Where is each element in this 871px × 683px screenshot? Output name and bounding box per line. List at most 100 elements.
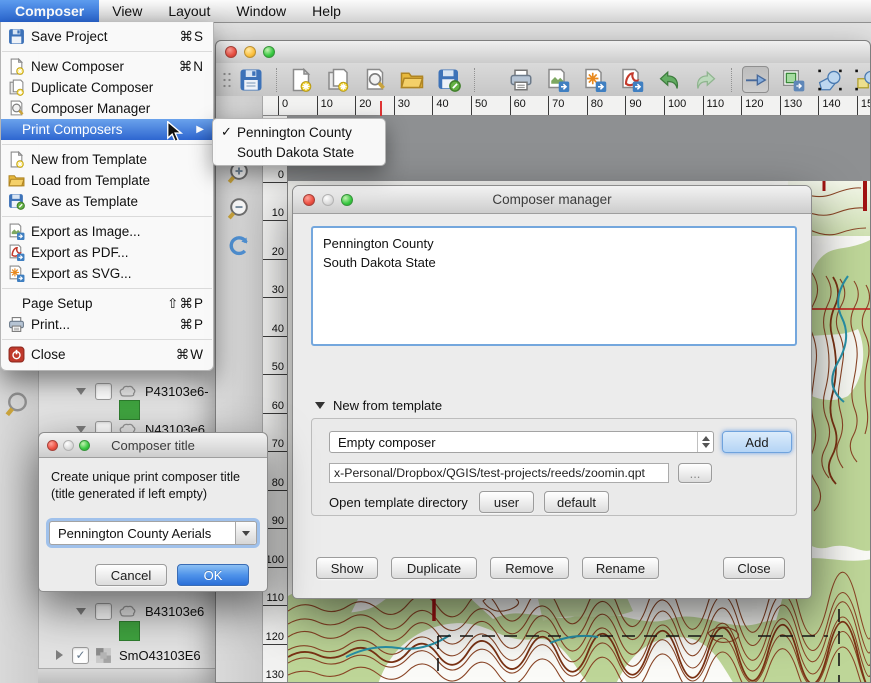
layer-label: P43103e6-: [145, 384, 209, 399]
menu-item-page-setup[interactable]: Page Setup ⇧⌘P: [1, 293, 213, 314]
print-icon[interactable]: [507, 66, 534, 93]
toolbar-separator: [276, 68, 278, 92]
menubar-item-composer[interactable]: Composer: [0, 0, 99, 22]
checkmark-icon: ✓: [221, 124, 237, 140]
composer-window-titlebar[interactable]: [216, 41, 870, 64]
close-button[interactable]: Close: [723, 557, 785, 579]
template-path-field[interactable]: x-Personal/Dropbox/QGIS/test-projects/re…: [329, 463, 669, 483]
combo-dropdown-icon[interactable]: [235, 522, 256, 544]
show-button[interactable]: Show: [316, 557, 378, 579]
composer-toolbar: [216, 63, 870, 97]
template-combo[interactable]: Empty composer: [329, 431, 714, 453]
composer-title-dialog: Composer title Create unique print compo…: [38, 432, 268, 592]
save-icon[interactable]: [237, 66, 264, 93]
menubar-item-help[interactable]: Help: [299, 0, 354, 22]
browse-button[interactable]: ...: [678, 463, 712, 483]
magnifier-tool-icon[interactable]: [4, 390, 34, 420]
menu-item-close[interactable]: Close ⌘W: [1, 344, 213, 365]
redo-icon[interactable]: [692, 66, 719, 93]
duplicate-button[interactable]: Duplicate: [391, 557, 477, 579]
menu-item-load-from-template[interactable]: Load from Template: [1, 170, 213, 191]
layer-row-p43103e6[interactable]: P43103e6-: [76, 381, 209, 401]
collapse-triangle-icon[interactable]: [56, 650, 63, 660]
rename-button[interactable]: Rename: [582, 557, 659, 579]
composer-list-item[interactable]: Pennington County: [313, 234, 795, 253]
menubar-item-layout[interactable]: Layout: [155, 0, 223, 22]
layer-group-icon: [118, 604, 138, 619]
disclosure-triangle-icon[interactable]: [315, 402, 325, 409]
user-button[interactable]: user: [479, 491, 534, 513]
menu-item-new-from-template[interactable]: New from Template: [1, 149, 213, 170]
submenu-item-south-dakota-state[interactable]: South Dakota State: [213, 142, 385, 162]
composer-left-toolbar: [216, 96, 263, 682]
export-svg-icon[interactable]: [581, 66, 608, 93]
layer-swatch[interactable]: [119, 621, 140, 641]
expand-triangle-icon[interactable]: [76, 608, 86, 615]
export-svg-icon: [8, 265, 25, 282]
duplicate-composer-icon: [8, 79, 25, 96]
layer-checkbox[interactable]: [95, 603, 112, 620]
export-image-icon[interactable]: [544, 66, 571, 93]
ruler-tick: 80: [587, 96, 626, 115]
menubar-item-window[interactable]: Window: [223, 0, 299, 22]
layer-checkbox[interactable]: [95, 383, 112, 400]
composer-list-item[interactable]: South Dakota State: [313, 253, 795, 272]
menu-item-export-as-pdf[interactable]: Export as PDF...: [1, 242, 213, 263]
layer-swatch[interactable]: [119, 400, 140, 420]
toolbar-drag-handle[interactable]: [222, 71, 231, 89]
menu-item-composer-manager[interactable]: Composer Manager: [1, 98, 213, 119]
menu-item-export-as-svg[interactable]: Export as SVG...: [1, 263, 213, 284]
ruler-tick: 60: [510, 96, 549, 115]
zoom-to-items-icon[interactable]: [853, 66, 871, 93]
export-pdf-icon[interactable]: [618, 66, 645, 93]
minimize-traffic-light[interactable]: [244, 46, 256, 58]
layer-row-b43103e6[interactable]: B43103e6: [76, 601, 204, 621]
new-composer-icon[interactable]: [287, 66, 314, 93]
save-as-template-icon[interactable]: [435, 66, 462, 93]
default-button[interactable]: default: [544, 491, 609, 513]
open-folder-icon[interactable]: [398, 66, 425, 93]
composer-manager-icon[interactable]: [361, 66, 388, 93]
duplicate-composer-icon[interactable]: [324, 66, 351, 93]
horizontal-ruler: 0102030405060708090100110120130140150: [263, 96, 870, 116]
composer-list[interactable]: Pennington CountySouth Dakota State: [311, 226, 797, 346]
menu-item-save-as-template[interactable]: Save as Template: [1, 191, 213, 212]
menu-item-new-composer[interactable]: New Composer ⌘N: [1, 56, 213, 77]
menu-item-save-project[interactable]: Save Project ⌘S: [1, 26, 213, 47]
new-from-template-group: Empty composer Add x-Personal/Dropbox/QG…: [311, 418, 797, 516]
expand-triangle-icon[interactable]: [76, 388, 86, 395]
menu-item-duplicate-composer[interactable]: Duplicate Composer: [1, 77, 213, 98]
composer-title-message: Create unique print composer title (titl…: [51, 469, 240, 503]
combo-stepper-icon[interactable]: [697, 432, 713, 452]
dialog-title: Composer title: [39, 438, 267, 453]
refresh-icon[interactable]: [224, 230, 254, 260]
ruler-tick: 120: [263, 606, 287, 645]
layer-row-smo43103e6[interactable]: ✓ SmO43103E6: [56, 645, 201, 665]
select-items-icon[interactable]: [816, 66, 843, 93]
menubar-item-view[interactable]: View: [99, 0, 155, 22]
ok-button[interactable]: OK: [177, 564, 249, 586]
menu-item-export-as-image[interactable]: Export as Image...: [1, 221, 213, 242]
ruler-tick: 70: [548, 96, 587, 115]
menu-item-print[interactable]: Print... ⌘P: [1, 314, 213, 335]
cancel-button[interactable]: Cancel: [95, 564, 167, 586]
composer-title-combo[interactable]: Pennington County Aerials: [49, 521, 257, 545]
ruler-tick: 110: [703, 96, 742, 115]
new-from-template-header[interactable]: New from template: [315, 398, 442, 413]
composer-title-titlebar[interactable]: Composer title: [39, 433, 267, 458]
undo-icon[interactable]: [655, 66, 682, 93]
add-button[interactable]: Add: [722, 431, 792, 453]
zoom-out-icon[interactable]: [224, 194, 254, 224]
close-traffic-light[interactable]: [225, 46, 237, 58]
ruler-tick: 130: [263, 645, 287, 683]
zoom-traffic-light[interactable]: [263, 46, 275, 58]
composer-title-value: Pennington County Aerials: [50, 526, 235, 541]
submenu-item-pennington-county[interactable]: ✓ Pennington County: [213, 122, 385, 142]
layer-checkbox[interactable]: ✓: [72, 647, 89, 664]
remove-button[interactable]: Remove: [490, 557, 569, 579]
ruler-position-marker: [380, 101, 382, 116]
group-items-icon[interactable]: [779, 66, 806, 93]
move-item-content-icon[interactable]: [742, 66, 769, 93]
export-pdf-icon: [8, 244, 25, 261]
composer-manager-titlebar[interactable]: Composer manager: [293, 186, 811, 214]
